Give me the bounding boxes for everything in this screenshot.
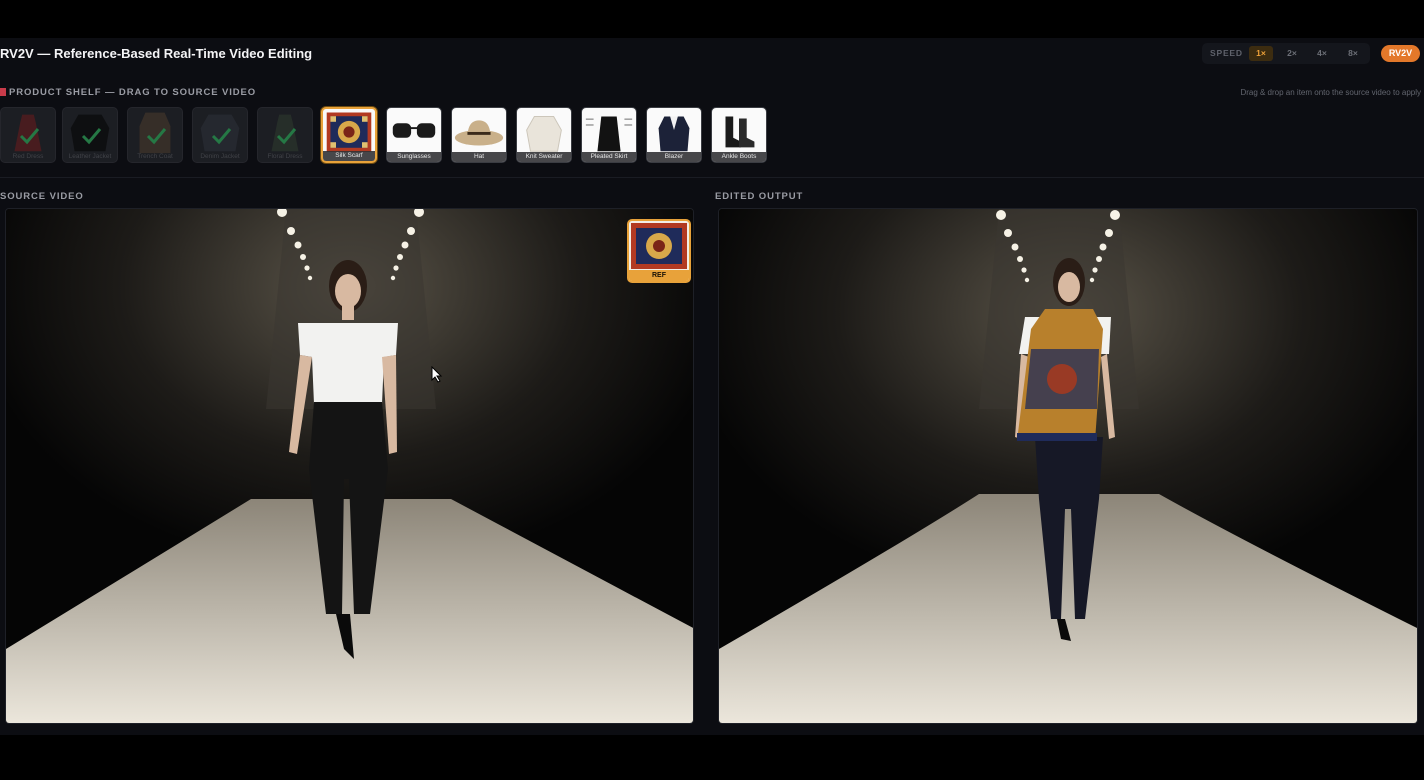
app-title: RV2V — Reference-Based Real-Time Video E… — [0, 46, 313, 61]
check-icon — [146, 128, 167, 145]
check-icon — [81, 128, 102, 145]
shelf-item-denim-jacket[interactable]: Denim Jacket — [192, 107, 248, 163]
check-icon — [276, 128, 297, 145]
check-icon — [211, 128, 232, 145]
shelf-item-floral-dress[interactable]: Floral Dress — [257, 107, 313, 163]
item-label: Floral Dress — [267, 153, 303, 160]
app-window: RV2V — Reference-Based Real-Time Video E… — [0, 38, 1424, 735]
item-label: Hat — [452, 152, 506, 162]
shelf-item-ankle-boots[interactable]: Ankle Boots — [711, 107, 767, 163]
source-video[interactable] — [5, 208, 694, 724]
shelf-item-trench-coat[interactable]: Trench Coat — [127, 107, 183, 163]
shelf-item-hat[interactable]: Hat — [451, 107, 507, 163]
shelf-item-pleated-skirt[interactable]: Pleated Skirt — [581, 107, 637, 163]
item-label: Knit Sweater — [517, 152, 571, 162]
edited-output-label: EDITED OUTPUT — [715, 191, 804, 202]
shelf-item-leather-jacket[interactable]: Leather Jacket — [62, 107, 118, 163]
brand-badge: RV2V — [1381, 45, 1420, 62]
item-label: Blazer — [647, 152, 701, 162]
shelf-item-sunglasses[interactable]: Sunglasses — [386, 107, 442, 163]
item-label: Pleated Skirt — [582, 152, 636, 162]
shelf-title: PRODUCT SHELF — DRAG TO SOURCE VIDEO — [0, 87, 256, 98]
item-label: Sunglasses — [387, 152, 441, 162]
ref-label: REF — [629, 270, 689, 281]
speed-4x-button[interactable]: 4× — [1310, 46, 1334, 61]
item-label: Trench Coat — [137, 153, 173, 160]
blazer-icon — [658, 116, 690, 152]
shelf-hint: Drag & drop an item onto the source vide… — [1240, 88, 1421, 97]
speed-control: SPEED 1× 2× 4× 8× — [1202, 43, 1370, 64]
item-label: Leather Jacket — [68, 153, 112, 160]
runway-scene — [6, 209, 693, 723]
item-label: Denim Jacket — [200, 153, 240, 160]
source-video-label: SOURCE VIDEO — [0, 191, 84, 202]
speed-1x-button[interactable]: 1× — [1249, 46, 1273, 61]
hat-icon — [454, 120, 504, 146]
pleated-skirt-icon — [585, 116, 633, 152]
knit-sweater-icon — [526, 116, 562, 152]
sunglasses-icon — [392, 123, 436, 138]
item-label: Ankle Boots — [712, 152, 766, 162]
shelf-item-blazer[interactable]: Blazer — [646, 107, 702, 163]
shelf-divider — [0, 177, 1424, 178]
item-label: Red Dress — [12, 153, 44, 160]
check-icon — [19, 128, 40, 145]
speed-2x-button[interactable]: 2× — [1280, 46, 1304, 61]
speed-8x-button[interactable]: 8× — [1341, 46, 1365, 61]
speed-label: SPEED — [1210, 48, 1243, 58]
shelf-title-text: PRODUCT SHELF — DRAG TO SOURCE VIDEO — [9, 87, 257, 98]
header: RV2V — Reference-Based Real-Time Video E… — [0, 38, 1424, 72]
mouse-cursor-icon — [431, 366, 443, 383]
shelf-item-silk-scarf[interactable]: Silk Scarf — [321, 107, 377, 163]
silk-scarf-icon — [631, 223, 687, 269]
ankle-boots-icon — [725, 116, 755, 148]
shelf-item-red-dress[interactable]: Red Dress — [0, 107, 56, 163]
edited-output-video — [718, 208, 1418, 724]
shelf-item-knit-sweater[interactable]: Knit Sweater — [516, 107, 572, 163]
reference-badge[interactable]: REF — [627, 219, 691, 283]
silk-scarf-icon — [326, 112, 372, 152]
item-label: Silk Scarf — [323, 151, 375, 161]
shelf-icon — [0, 88, 6, 96]
runway-scene — [719, 209, 1417, 723]
